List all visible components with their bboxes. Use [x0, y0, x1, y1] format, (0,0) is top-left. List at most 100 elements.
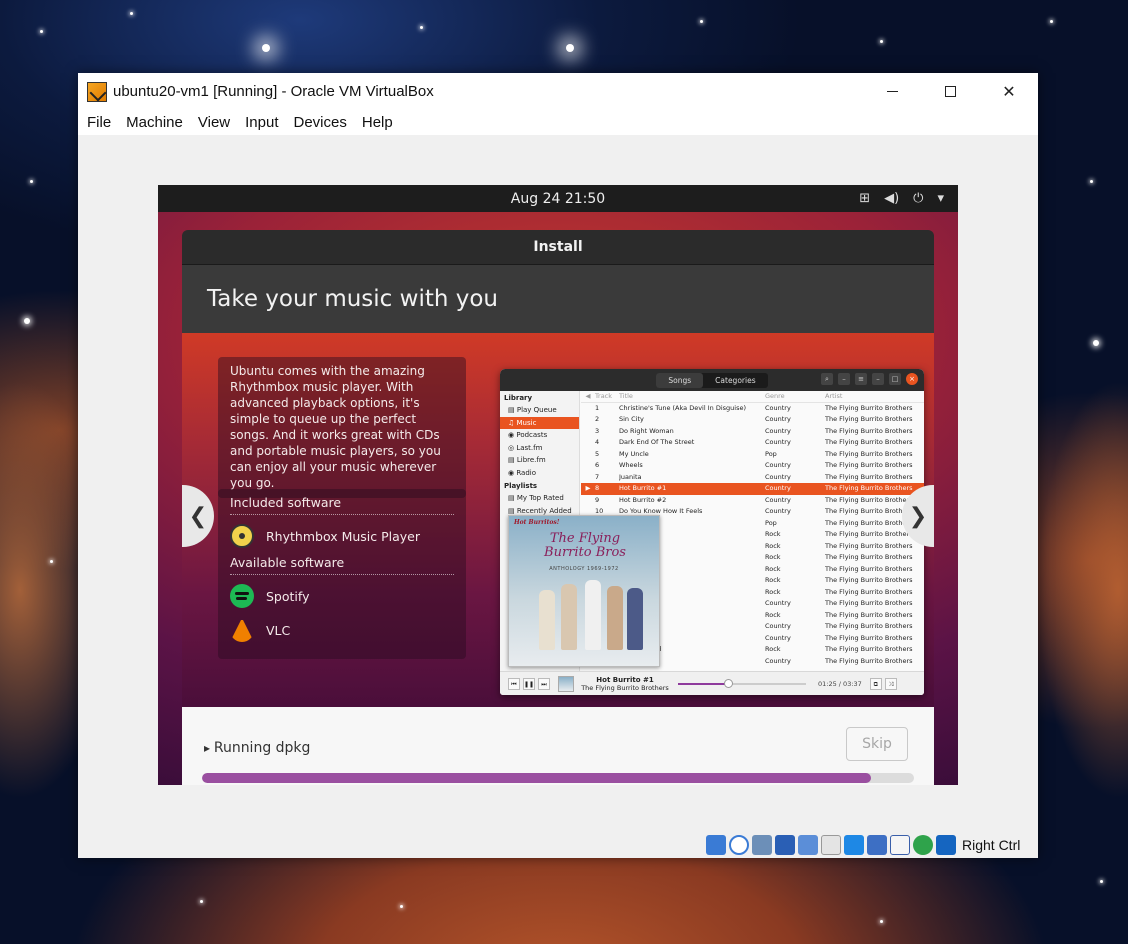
usb-icon[interactable] [798, 835, 818, 855]
optical-disk-icon[interactable] [729, 835, 749, 855]
song-row: 1 Christine's Tune (Aka Devil In Disguise… [581, 403, 924, 415]
song-genre: Country [765, 656, 791, 665]
star [700, 20, 703, 23]
song-artist: The Flying Burrito Brothers [825, 472, 913, 481]
software-panel: Included software Rhythmbox Music Player… [218, 489, 466, 659]
band-member-figure [561, 584, 577, 650]
video-capture-icon[interactable] [867, 835, 887, 855]
star [420, 26, 423, 29]
song-row: 9 Hot Burrito #2 Country The Flying Burrito… [581, 495, 924, 507]
rhythmbox-headerbar: Songs Categories ⌕ – ≡ – □ × [500, 369, 924, 391]
software-name: VLC [266, 622, 291, 638]
library-heading: Library [504, 394, 533, 402]
star [1093, 340, 1099, 346]
now-playing-artist: The Flying Burrito Brothers [581, 683, 669, 692]
shared-folder-icon[interactable] [821, 835, 841, 855]
install-progress-fill [202, 773, 872, 783]
bright-star [262, 44, 270, 52]
host-key-label: Right Ctrl [962, 837, 1021, 853]
slide-title: Take your music with you [182, 265, 934, 333]
menu-bar: File Machine View Input Devices Help [78, 110, 1038, 135]
virtualbox-window: ubuntu20-vm1 [Running] - Oracle VM Virtu… [78, 73, 1038, 858]
sidebar-item-music: ♫ Music [500, 416, 579, 429]
song-genre: Rock [765, 610, 781, 619]
install-status-expander[interactable]: Running dpkg [204, 740, 311, 756]
star [200, 900, 203, 903]
display-icon[interactable] [844, 835, 864, 855]
song-genre: Country [765, 472, 791, 481]
maximize-icon: □ [889, 373, 901, 385]
album-art: Hot Burritos! The Flying Burrito Bros AN… [508, 515, 660, 667]
recording-icon[interactable] [890, 835, 910, 855]
title-bar[interactable]: ubuntu20-vm1 [Running] - Oracle VM Virtu… [78, 73, 1038, 110]
menu-input[interactable]: Input [245, 114, 278, 131]
maximize-button[interactable] [921, 73, 979, 110]
star [130, 12, 133, 15]
pause-icon: ❚❚ [523, 677, 535, 690]
sidebar-item-podcasts: ◉ Podcasts [508, 431, 548, 439]
album-art-top-text: Hot Burritos! [514, 519, 560, 526]
close-icon: × [906, 373, 918, 385]
song-artist: The Flying Burrito Brothers [825, 622, 913, 630]
previous-slide-button[interactable]: ❮ [182, 485, 214, 547]
bright-star [566, 44, 574, 52]
star [1100, 880, 1103, 883]
menu-help[interactable]: Help [362, 114, 393, 131]
album-art-band-name: The Flying Burrito Bros [544, 531, 626, 560]
volume-icon[interactable]: ◀) [884, 191, 899, 206]
guest-display[interactable]: Aug 24 21:50 ⊞ ◀) ⏻ ▾ Install Take your … [158, 185, 958, 785]
star [880, 920, 883, 923]
network-icon[interactable] [775, 835, 795, 855]
network-icon[interactable]: ⊞ [859, 191, 870, 206]
playing-indicator [581, 437, 595, 449]
star [30, 180, 33, 183]
software-item: Spotify [230, 581, 454, 611]
song-title: Sin City [619, 415, 644, 423]
playing-indicator [581, 460, 595, 472]
song-genre: Rock [765, 564, 781, 573]
playing-indicator [581, 495, 595, 507]
hard-disk-icon[interactable] [706, 835, 726, 855]
mouse-integration-icon[interactable] [936, 835, 956, 855]
minimize-button[interactable] [863, 73, 921, 110]
menu-file[interactable]: File [87, 114, 111, 131]
skip-button[interactable]: Skip [846, 727, 908, 761]
song-track: 6 [595, 461, 600, 469]
star [1050, 20, 1053, 23]
song-genre: Country [765, 438, 791, 446]
column-title: Title [619, 392, 633, 400]
cpu-icon[interactable] [913, 835, 933, 855]
band-member-figure [627, 588, 643, 650]
song-row: 5 My Uncle Pop The Flying Burrito Brothers [581, 449, 924, 461]
song-title: Dark End Of The Street [619, 438, 695, 446]
slide-description: Ubuntu comes with the amazing Rhythmbox … [218, 357, 466, 498]
playlists-heading: Playlists [504, 482, 538, 490]
band-member-figure [539, 590, 555, 650]
caret-down-icon[interactable]: ▾ [937, 191, 944, 206]
power-icon[interactable]: ⏻ [913, 191, 923, 206]
menu-view[interactable]: View [198, 114, 230, 131]
installer-header: Install [182, 230, 934, 265]
clock[interactable]: Aug 24 21:50 [511, 191, 605, 207]
close-button[interactable]: ✕ [980, 73, 1038, 110]
software-name: Spotify [266, 588, 310, 604]
song-row: 4 Dark End Of The Street Country The Flying… [581, 437, 924, 449]
playing-indicator [581, 449, 595, 461]
song-genre: Country [765, 622, 791, 630]
star [40, 30, 43, 33]
software-item: Rhythmbox Music Player [230, 521, 454, 551]
song-list-header: ◀ Track Title Genre Artist [581, 391, 924, 403]
system-tray[interactable]: ⊞ ◀) ⏻ ▾ [859, 185, 944, 212]
seek-knob [723, 678, 733, 688]
playback-time: 01:25 / 03:37 [818, 679, 862, 688]
menu-devices[interactable]: Devices [294, 114, 347, 131]
repeat-icon: ⧉ [869, 677, 882, 690]
song-genre: Country [765, 484, 791, 492]
song-genre: Pop [765, 518, 777, 527]
song-title: Hot Burrito #2 [619, 495, 667, 504]
window-title: ubuntu20-vm1 [Running] - Oracle VM Virtu… [113, 83, 434, 100]
song-genre: Rock [765, 587, 781, 596]
audio-icon[interactable] [752, 835, 772, 855]
menu-machine[interactable]: Machine [126, 114, 183, 131]
song-genre: Rock [765, 553, 781, 561]
